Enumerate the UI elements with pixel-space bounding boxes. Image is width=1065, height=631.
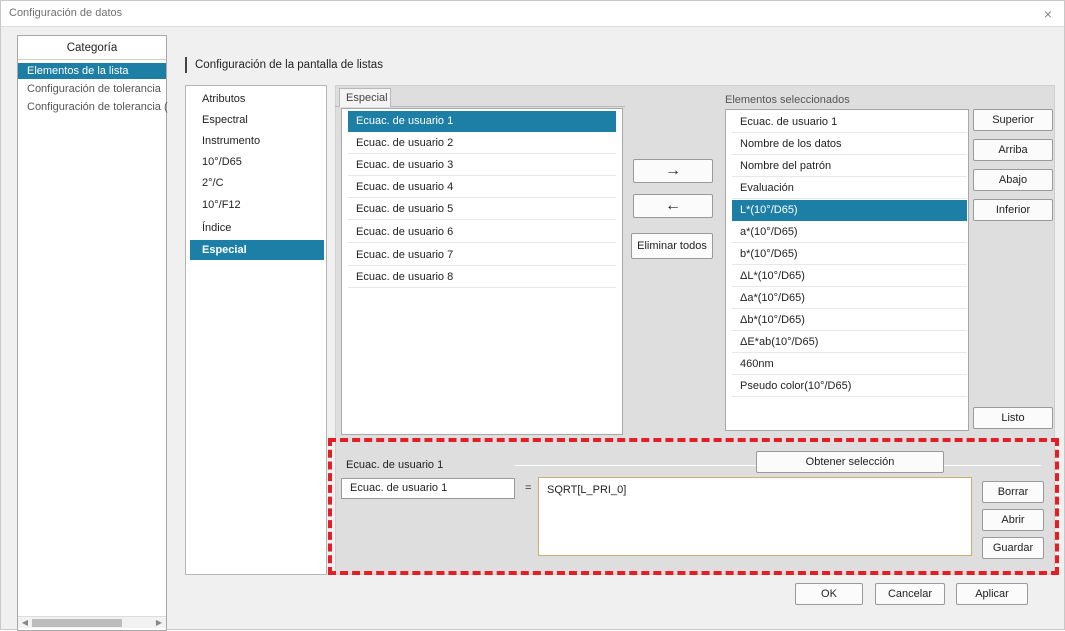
list-item[interactable]: Ecuac. de usuario 2: [348, 133, 616, 154]
remove-item-button[interactable]: ←: [633, 194, 713, 218]
clear-button[interactable]: Borrar: [982, 481, 1044, 503]
section-title: Configuración de la pantalla de listas: [195, 59, 383, 71]
move-bottom-button[interactable]: Inferior: [973, 199, 1053, 221]
move-up-button[interactable]: Arriba: [973, 139, 1053, 161]
list-item[interactable]: Ecuac. de usuario 4: [348, 177, 616, 198]
selected-items-list: Ecuac. de usuario 1 Nombre de los datos …: [725, 109, 969, 431]
equation-label: Ecuac. de usuario 1: [346, 459, 444, 471]
scroll-right-icon[interactable]: ▶: [153, 617, 165, 629]
list-item[interactable]: Pseudo color(10°/D65): [732, 376, 967, 397]
list-item[interactable]: Ecuac. de usuario 3: [348, 155, 616, 176]
nav-item-tolerance-settings-2[interactable]: Configuración de tolerancia (: [18, 99, 178, 115]
add-item-button[interactable]: →: [633, 159, 713, 183]
category-item-selected[interactable]: Especial: [190, 240, 324, 260]
window-title: Configuración de datos: [9, 7, 123, 19]
equals-sign: =: [525, 482, 532, 494]
list-item[interactable]: Nombre de los datos: [732, 134, 967, 155]
list-item[interactable]: b*(10°/D65): [732, 244, 967, 265]
title-bar: Configuración de datos ×: [1, 1, 1064, 27]
category-item[interactable]: Índice: [190, 218, 324, 238]
list-item[interactable]: a*(10°/D65): [732, 222, 967, 243]
list-item[interactable]: Ecuac. de usuario 8: [348, 267, 616, 288]
list-item[interactable]: Ecuac. de usuario 6: [348, 222, 616, 243]
tab-special[interactable]: Especial: [339, 88, 391, 107]
apply-button[interactable]: Aplicar: [956, 583, 1028, 605]
selected-items-header: Elementos seleccionados: [725, 94, 850, 106]
open-button[interactable]: Abrir: [982, 509, 1044, 531]
move-down-button[interactable]: Abajo: [973, 169, 1053, 191]
done-button[interactable]: Listo: [973, 407, 1053, 429]
category-item[interactable]: 10°/F12: [190, 195, 324, 215]
nav-item-tolerance-settings[interactable]: Configuración de tolerancia: [18, 81, 178, 97]
remove-all-button[interactable]: Eliminar todos: [631, 233, 713, 259]
section-marker: [185, 57, 187, 73]
category-item[interactable]: Espectral: [190, 110, 324, 130]
dialog-window: Configuración de datos × Categoría Eleme…: [0, 0, 1065, 631]
available-items-list: Ecuac. de usuario 1 Ecuac. de usuario 2 …: [341, 108, 623, 435]
cancel-button[interactable]: Cancelar: [875, 583, 945, 605]
nav-item-list-elements[interactable]: Elementos de la lista: [18, 63, 166, 79]
list-item[interactable]: Δa*(10°/D65): [732, 288, 967, 309]
list-item[interactable]: 460nm: [732, 354, 967, 375]
formula-input[interactable]: SQRT[L_PRI_0]: [538, 477, 972, 556]
category-nav: Categoría Elementos de la lista Configur…: [17, 35, 168, 631]
list-item[interactable]: Ecuac. de usuario 7: [348, 245, 616, 266]
ok-button[interactable]: OK: [795, 583, 863, 605]
list-item[interactable]: Nombre del patrón: [732, 156, 967, 177]
list-item[interactable]: Δb*(10°/D65): [732, 310, 967, 331]
item-category-list: Atributos Espectral Instrumento 10°/D65 …: [185, 85, 327, 575]
category-item[interactable]: Atributos: [190, 89, 324, 109]
scroll-left-icon[interactable]: ◀: [19, 617, 31, 629]
move-top-button[interactable]: Superior: [973, 109, 1053, 131]
category-item[interactable]: Instrumento: [190, 131, 324, 151]
get-selection-button[interactable]: Obtener selección: [756, 451, 944, 473]
category-item[interactable]: 2°/C: [190, 173, 324, 193]
category-nav-header: Categoría: [18, 36, 166, 60]
close-icon[interactable]: ×: [1038, 4, 1058, 24]
scrollbar-thumb[interactable]: [32, 619, 122, 627]
list-item[interactable]: Ecuac. de usuario 5: [348, 199, 616, 220]
equation-name-field[interactable]: Ecuac. de usuario 1: [341, 478, 515, 499]
list-item[interactable]: Evaluación: [732, 178, 967, 199]
list-item[interactable]: ΔE*ab(10°/D65): [732, 332, 967, 353]
list-item-selected[interactable]: L*(10°/D65): [732, 200, 967, 221]
list-item[interactable]: Ecuac. de usuario 1: [732, 112, 967, 133]
save-button[interactable]: Guardar: [982, 537, 1044, 559]
nav-horizontal-scrollbar[interactable]: ◀ ▶: [18, 616, 166, 628]
category-item[interactable]: 10°/D65: [190, 152, 324, 172]
list-item[interactable]: ΔL*(10°/D65): [732, 266, 967, 287]
list-item[interactable]: Ecuac. de usuario 1: [348, 111, 616, 132]
